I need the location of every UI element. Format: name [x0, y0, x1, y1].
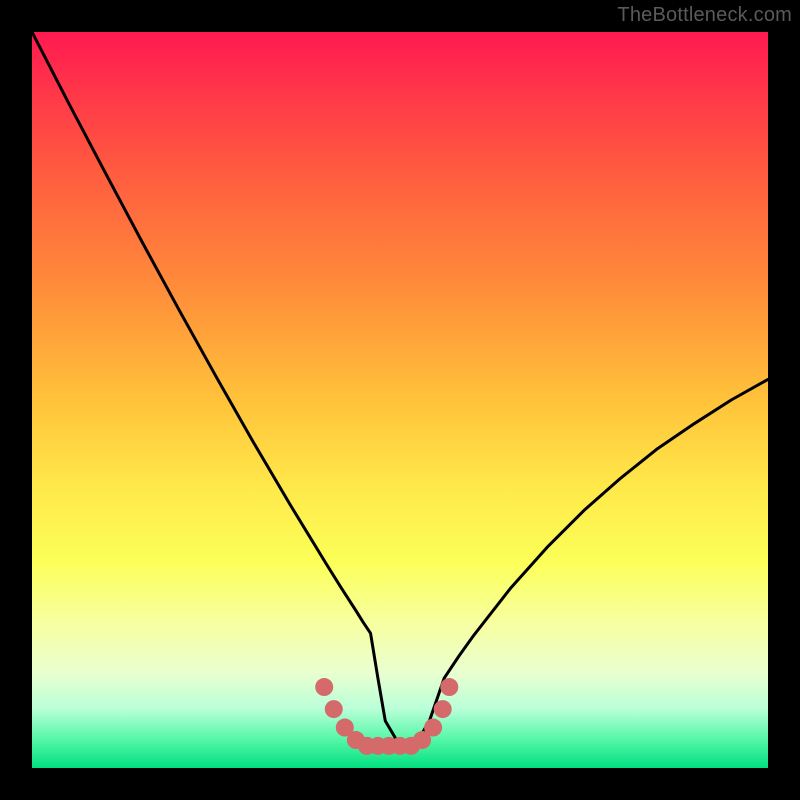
highlight-dot — [424, 719, 442, 737]
chart-svg — [32, 32, 768, 768]
highlight-dot — [315, 678, 333, 696]
curve-series — [32, 32, 768, 746]
highlight-dot — [440, 678, 458, 696]
highlight-dots-series — [315, 678, 458, 755]
chart-frame: TheBottleneck.com — [0, 0, 800, 800]
curve-path — [32, 32, 768, 746]
watermark-text: TheBottleneck.com — [617, 4, 792, 27]
highlight-dot — [434, 700, 452, 718]
chart-plot-area — [32, 32, 768, 768]
highlight-dot — [325, 700, 343, 718]
